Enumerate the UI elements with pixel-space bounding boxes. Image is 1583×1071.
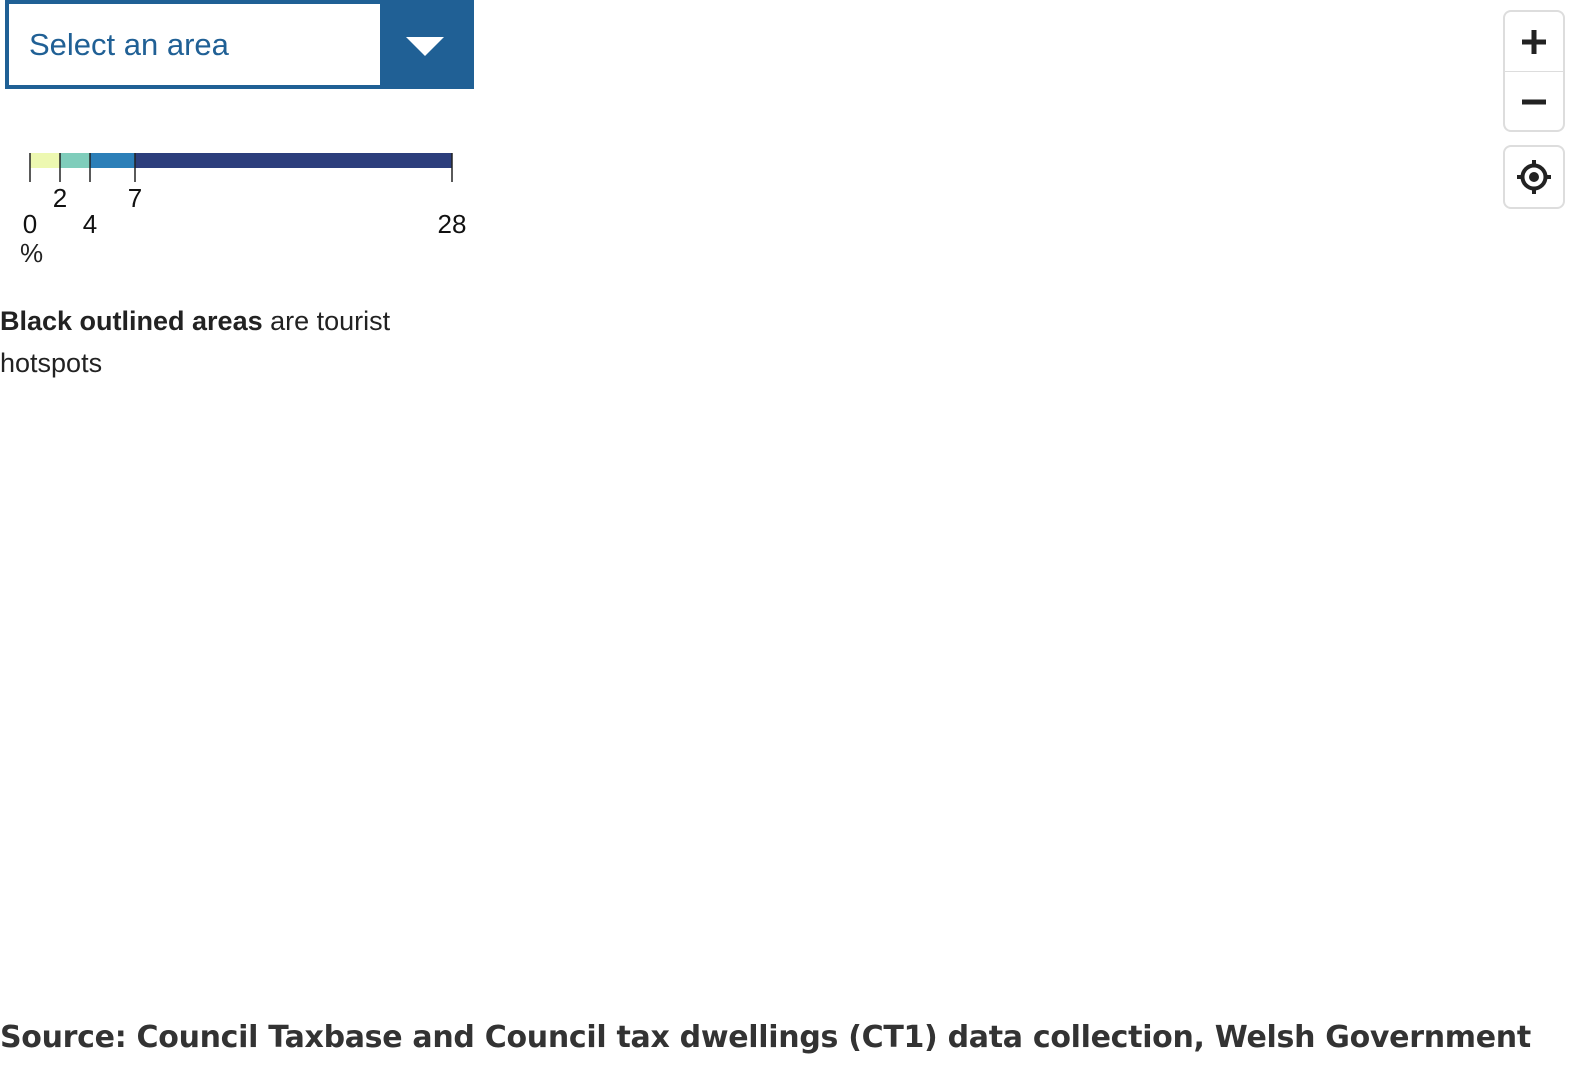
legend-swatch (30, 153, 60, 168)
legend-swatch (90, 153, 135, 168)
chevron-down-icon (406, 37, 444, 56)
zoom-controls (1503, 10, 1565, 132)
area-select-dropdown[interactable]: Select an area (5, 0, 474, 89)
note-bold-text: Black outlined areas (0, 306, 263, 336)
legend-tick-label: 4 (83, 209, 97, 235)
legend-swatch (60, 153, 90, 168)
locate-icon (1517, 160, 1551, 194)
minus-icon (1522, 99, 1546, 104)
zoom-out-button[interactable] (1505, 71, 1563, 130)
locate-button[interactable] (1503, 145, 1565, 209)
legend-scale: 024 7 28 (23, 153, 467, 235)
legend: 0 2 4 7 28 % (0, 140, 480, 275)
legend-tick-label: 28 (438, 209, 467, 235)
area-select-toggle-button[interactable] (380, 4, 470, 85)
legend-unit: % (20, 238, 44, 268)
tourist-hotspot-note: Black outlined areas are tourist hotspot… (0, 300, 430, 384)
legend-tick-label: 2 (53, 183, 67, 213)
plus-icon (1522, 29, 1546, 54)
legend-tick-label: 7 (128, 183, 142, 213)
zoom-in-button[interactable] (1505, 12, 1563, 71)
area-select-placeholder[interactable]: Select an area (9, 4, 380, 85)
legend-swatch (135, 153, 452, 168)
legend-tick-label: 0 (23, 209, 37, 235)
source-caption: Source: Council Taxbase and Council tax … (0, 1020, 1531, 1055)
